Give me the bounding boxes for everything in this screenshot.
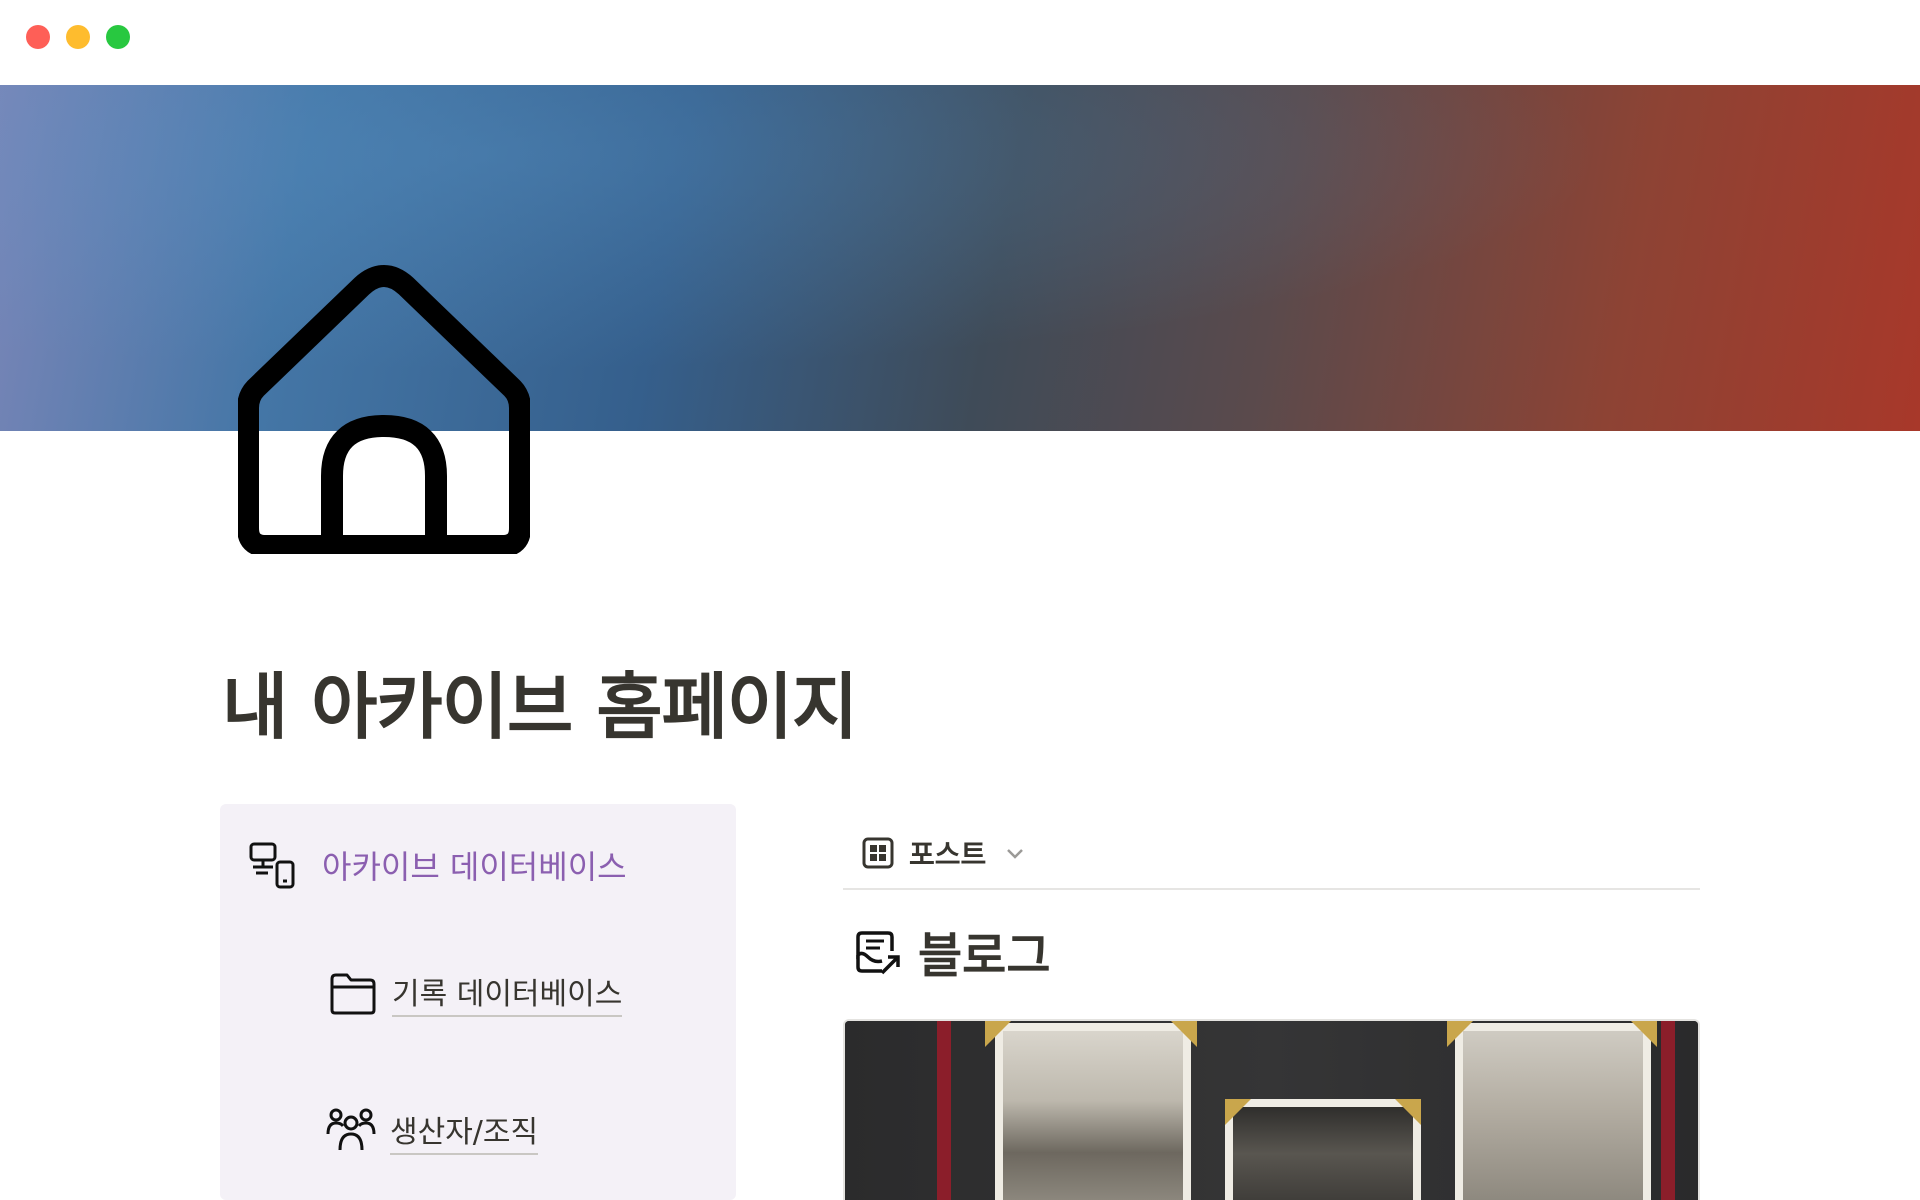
archive-database-link[interactable]: 아카이브 데이터베이스 bbox=[322, 842, 627, 888]
maximize-window-button[interactable] bbox=[106, 25, 130, 49]
window-titlebar bbox=[0, 0, 1920, 85]
database-title-label: 블로그 bbox=[918, 928, 1051, 984]
album-spine bbox=[937, 1021, 951, 1200]
database-title[interactable]: 블로그 bbox=[852, 916, 1050, 986]
album-photo bbox=[995, 1023, 1191, 1200]
chevron-down-icon[interactable] bbox=[1004, 842, 1026, 864]
view-tab-label: 포스트 bbox=[909, 838, 987, 871]
callout-header: 아카이브 데이터베이스 bbox=[248, 840, 627, 890]
home-icon[interactable] bbox=[238, 262, 530, 554]
folder-icon bbox=[330, 973, 376, 1015]
devices-icon bbox=[249, 842, 295, 889]
creators-organizations-label: 생산자/조직 bbox=[390, 1107, 539, 1155]
close-window-button[interactable] bbox=[26, 25, 50, 49]
gallery-view-icon bbox=[862, 837, 894, 869]
photo-album-image bbox=[845, 1021, 1698, 1200]
page-title[interactable]: 내 아카이브 홈페이지 bbox=[222, 648, 858, 753]
blog-icon bbox=[856, 931, 900, 975]
archive-callout: 아카이브 데이터베이스 기록 데이터베이스 생산자/조직 bbox=[220, 804, 736, 1200]
album-photo bbox=[1225, 1099, 1421, 1200]
album-photo bbox=[1455, 1023, 1651, 1200]
database-view-bar: 포스트 bbox=[843, 818, 1700, 890]
records-database-link[interactable]: 기록 데이터베이스 bbox=[328, 968, 623, 1018]
records-database-label: 기록 데이터베이스 bbox=[392, 969, 623, 1017]
creators-organizations-link[interactable]: 생산자/조직 bbox=[326, 1106, 539, 1156]
minimize-window-button[interactable] bbox=[66, 25, 90, 49]
album-spine bbox=[1661, 1021, 1675, 1200]
view-tab-posts[interactable]: 포스트 bbox=[843, 833, 1026, 873]
people-icon bbox=[326, 1108, 376, 1151]
gallery-card[interactable] bbox=[843, 1019, 1700, 1200]
